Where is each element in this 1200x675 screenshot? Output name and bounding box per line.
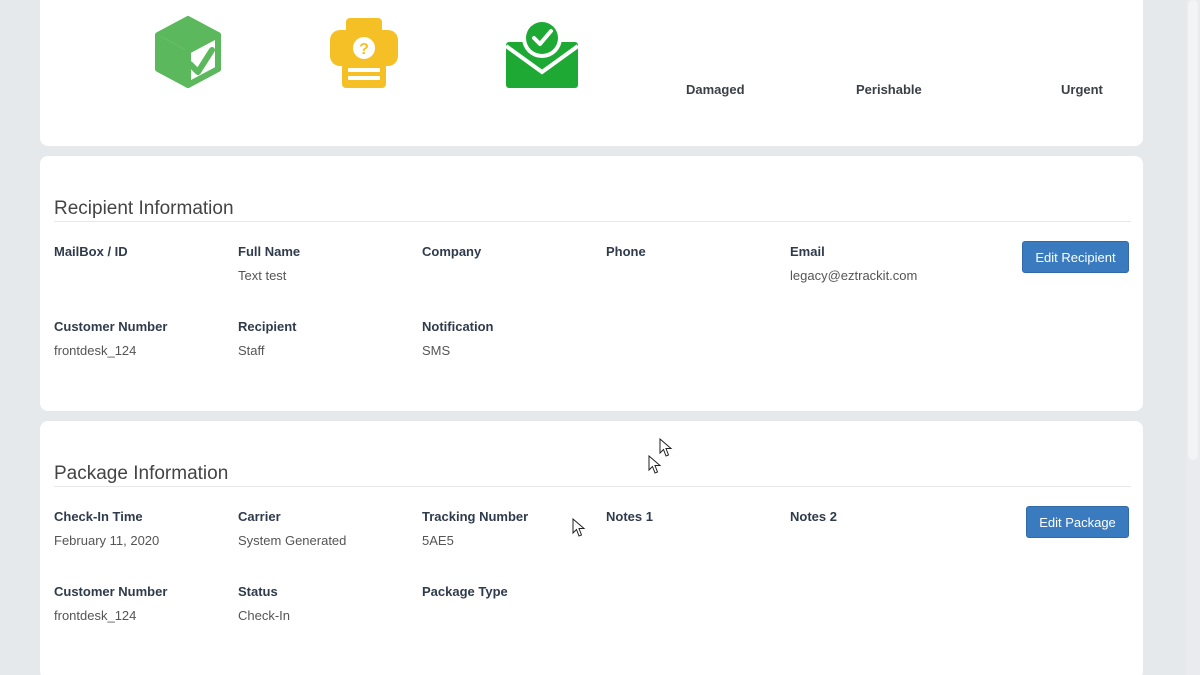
carrier-value: System Generated: [238, 533, 347, 548]
notes-2-label: Notes 2: [790, 509, 837, 524]
notification-label: Notification: [422, 319, 494, 334]
notes-1-label: Notes 1: [606, 509, 653, 524]
customer-number-value: frontdesk_124: [54, 343, 137, 358]
recipient-type-label: Recipient: [238, 319, 297, 334]
mailbox-id-label: MailBox / ID: [54, 244, 128, 259]
recipient-divider: [54, 221, 1131, 222]
checkin-time-value: February 11, 2020: [54, 533, 160, 548]
email-value: legacy@eztrackit.com: [790, 268, 918, 283]
package-customer-number-value: frontdesk_124: [54, 608, 137, 623]
package-status-card: ? Damaged Perishable Urgent: [40, 0, 1143, 146]
company-label: Company: [422, 244, 482, 259]
edit-recipient-button[interactable]: Edit Recipient: [1022, 241, 1129, 273]
status-value: Check-In: [238, 608, 291, 623]
envelope-check-icon[interactable]: [504, 16, 580, 90]
recipient-section-title: Recipient Information: [54, 198, 234, 219]
package-type-label: Package Type: [422, 584, 508, 599]
package-customer-number-label: Customer Number: [54, 584, 168, 599]
perishable-label[interactable]: Perishable: [856, 82, 922, 97]
scrollbar[interactable]: [1186, 0, 1200, 675]
status-label: Status: [238, 584, 278, 599]
phone-label: Phone: [606, 244, 646, 259]
package-information-card: Package Information Check-In Time Februa…: [40, 421, 1143, 675]
mouse-cursor-icon: [648, 455, 662, 474]
recipient-type-value: Staff: [238, 343, 265, 358]
urgent-label[interactable]: Urgent: [1061, 82, 1103, 97]
checkin-time-label: Check-In Time: [54, 509, 143, 524]
customer-number-label: Customer Number: [54, 319, 168, 334]
box-check-icon[interactable]: [154, 16, 222, 88]
package-divider: [54, 486, 1131, 487]
package-section-title: Package Information: [54, 463, 229, 484]
email-label: Email: [790, 244, 825, 259]
scrollbar-thumb[interactable]: [1188, 0, 1198, 460]
tracking-number-value: 5AE5: [422, 533, 454, 548]
edit-package-button[interactable]: Edit Package: [1026, 506, 1129, 538]
full-name-value: Text test: [238, 268, 287, 283]
mouse-cursor-icon: [572, 518, 586, 537]
tracking-number-label: Tracking Number: [422, 509, 529, 524]
recipient-information-card: Recipient Information MailBox / ID Full …: [40, 156, 1143, 411]
printer-question-icon[interactable]: ?: [328, 16, 400, 90]
notification-value: SMS: [422, 343, 451, 358]
damaged-label[interactable]: Damaged: [686, 82, 745, 97]
full-name-label: Full Name: [238, 244, 301, 259]
svg-text:?: ?: [359, 41, 369, 58]
carrier-label: Carrier: [238, 509, 281, 524]
